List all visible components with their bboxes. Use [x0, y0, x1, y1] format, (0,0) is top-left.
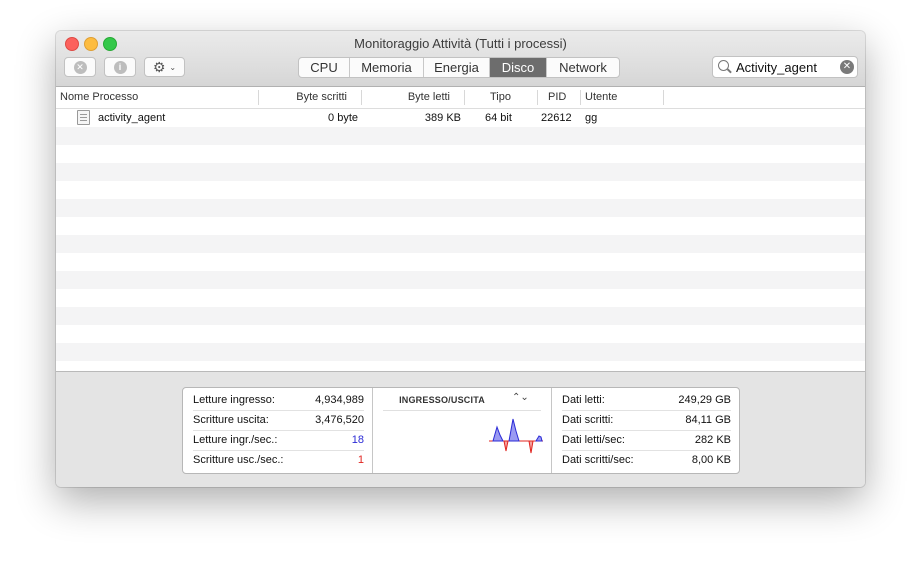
stat-value: 1	[357, 454, 364, 466]
stat-label: Dati letti:	[562, 394, 605, 406]
column-divider[interactable]	[580, 90, 581, 105]
search-field[interactable]: Activity_agent ✕	[712, 56, 858, 78]
empty-row	[56, 145, 865, 163]
stat-label: Scritture usc./sec.:	[193, 454, 284, 466]
column-divider[interactable]	[361, 90, 362, 105]
writes-spike	[503, 440, 509, 452]
stat-data-read: Dati letti: 249,29 GB	[562, 390, 731, 411]
column-header-pid[interactable]: PID	[548, 91, 566, 103]
column-divider[interactable]	[537, 90, 538, 105]
empty-row	[56, 307, 865, 325]
empty-row	[56, 181, 865, 199]
stat-writes-out-per-sec: Scritture usc./sec.: 1	[193, 450, 364, 470]
action-menu-button[interactable]: ⚙ ⌄	[144, 57, 185, 77]
empty-row	[56, 199, 865, 217]
io-counts-column: Letture ingresso: 4,934,989 Scritture us…	[183, 388, 372, 473]
empty-row	[56, 127, 865, 145]
bytes-written: 0 byte	[328, 112, 358, 124]
stat-value: 18	[351, 434, 364, 446]
quit-process-button[interactable]: ✕	[64, 57, 96, 77]
tab-cpu[interactable]: CPU	[299, 58, 350, 77]
empty-row	[56, 361, 865, 371]
search-icon	[718, 60, 729, 71]
stat-value: 84,11 GB	[685, 414, 731, 426]
empty-row	[56, 271, 865, 289]
process-document-icon	[77, 110, 90, 125]
stop-icon: ✕	[73, 60, 87, 74]
table-row[interactable]: activity_agent 0 byte 389 KB 64 bit 2261…	[56, 109, 865, 127]
info-icon: i	[113, 60, 127, 74]
stat-data-written: Dati scritti: 84,11 GB	[562, 410, 731, 431]
table-header: Nome Processo Byte scritti Byte letti Ti…	[56, 87, 865, 109]
writes-spike	[528, 440, 534, 454]
stat-data-written-per-sec: Dati scritti/sec: 8,00 KB	[562, 450, 731, 470]
stat-label: Letture ingresso:	[193, 394, 275, 406]
column-header-user[interactable]: Utente	[585, 91, 617, 103]
toolbar: Monitoraggio Attività (Tutti i processi)…	[56, 31, 865, 87]
empty-row	[56, 217, 865, 235]
window-title: Monitoraggio Attività (Tutti i processi)	[354, 36, 567, 51]
chevron-down-icon: ⌄	[169, 62, 177, 72]
disk-stats-panel: Letture ingresso: 4,934,989 Scritture us…	[182, 387, 740, 474]
tab-network[interactable]: Network	[547, 58, 619, 77]
tab-bar: CPU Memoria Energia Disco Network	[298, 57, 620, 78]
empty-row	[56, 253, 865, 271]
stat-data-read-per-sec: Dati letti/sec: 282 KB	[562, 430, 731, 451]
inspect-process-button[interactable]: i	[104, 57, 136, 77]
io-activity-graph	[489, 418, 543, 454]
empty-row	[56, 343, 865, 361]
tab-energia[interactable]: Energia	[424, 58, 490, 77]
bytes-read: 389 KB	[424, 112, 461, 124]
reads-spike	[492, 425, 504, 442]
process-user: gg	[585, 112, 598, 124]
stat-value: 4,934,989	[315, 394, 364, 406]
column-header-bytes-written[interactable]: Byte scritti	[296, 91, 347, 103]
reads-spike	[535, 435, 543, 442]
column-divider[interactable]	[258, 90, 259, 105]
tab-disco[interactable]: Disco	[490, 58, 547, 77]
empty-row	[56, 163, 865, 181]
process-type: 64 bit	[485, 112, 512, 124]
clear-search-icon[interactable]: ✕	[840, 60, 854, 74]
stat-label: Dati scritti/sec:	[562, 454, 634, 466]
stat-reads-in: Letture ingresso: 4,934,989	[193, 390, 364, 411]
stat-label: Dati scritti:	[562, 414, 614, 426]
gear-icon: ⚙	[152, 59, 166, 75]
empty-row	[56, 325, 865, 343]
reads-spike	[508, 418, 520, 442]
stat-label: Dati letti/sec:	[562, 434, 625, 446]
graph-mode-toggle-icon[interactable]: ⌃⌄	[512, 392, 529, 403]
activity-monitor-window: Monitoraggio Attività (Tutti i processi)…	[56, 31, 865, 487]
stat-reads-in-per-sec: Letture ingr./sec.: 18	[193, 430, 364, 451]
search-input[interactable]: Activity_agent	[736, 60, 817, 75]
graph-divider	[383, 410, 541, 411]
process-pid: 22612	[541, 112, 572, 124]
stat-value: 282 KB	[694, 434, 731, 446]
stat-value: 3,476,520	[315, 414, 364, 426]
stat-value: 8,00 KB	[691, 454, 731, 466]
column-header-type[interactable]: Tipo	[490, 91, 511, 103]
data-amounts-column: Dati letti: 249,29 GB Dati scritti: 84,1…	[552, 388, 739, 473]
disk-stats-bar: Letture ingresso: 4,934,989 Scritture us…	[56, 371, 865, 487]
column-divider[interactable]	[663, 90, 664, 105]
column-header-process-name[interactable]: Nome Processo	[60, 91, 138, 103]
stat-writes-out: Scritture uscita: 3,476,520	[193, 410, 364, 431]
process-table: Nome Processo Byte scritti Byte letti Ti…	[56, 87, 865, 371]
empty-row	[56, 289, 865, 307]
empty-row	[56, 235, 865, 253]
tab-memoria[interactable]: Memoria	[350, 58, 424, 77]
stat-label: Letture ingr./sec.:	[193, 434, 278, 446]
column-header-bytes-read[interactable]: Byte letti	[408, 91, 450, 103]
column-divider[interactable]	[464, 90, 465, 105]
graph-title: INGRESSO/USCITA	[399, 395, 485, 405]
stat-value: 249,29 GB	[678, 394, 731, 406]
process-name: activity_agent	[98, 112, 166, 124]
stat-label: Scritture uscita:	[193, 414, 269, 426]
io-graph-column: INGRESSO/USCITA ⌃⌄	[372, 388, 552, 473]
